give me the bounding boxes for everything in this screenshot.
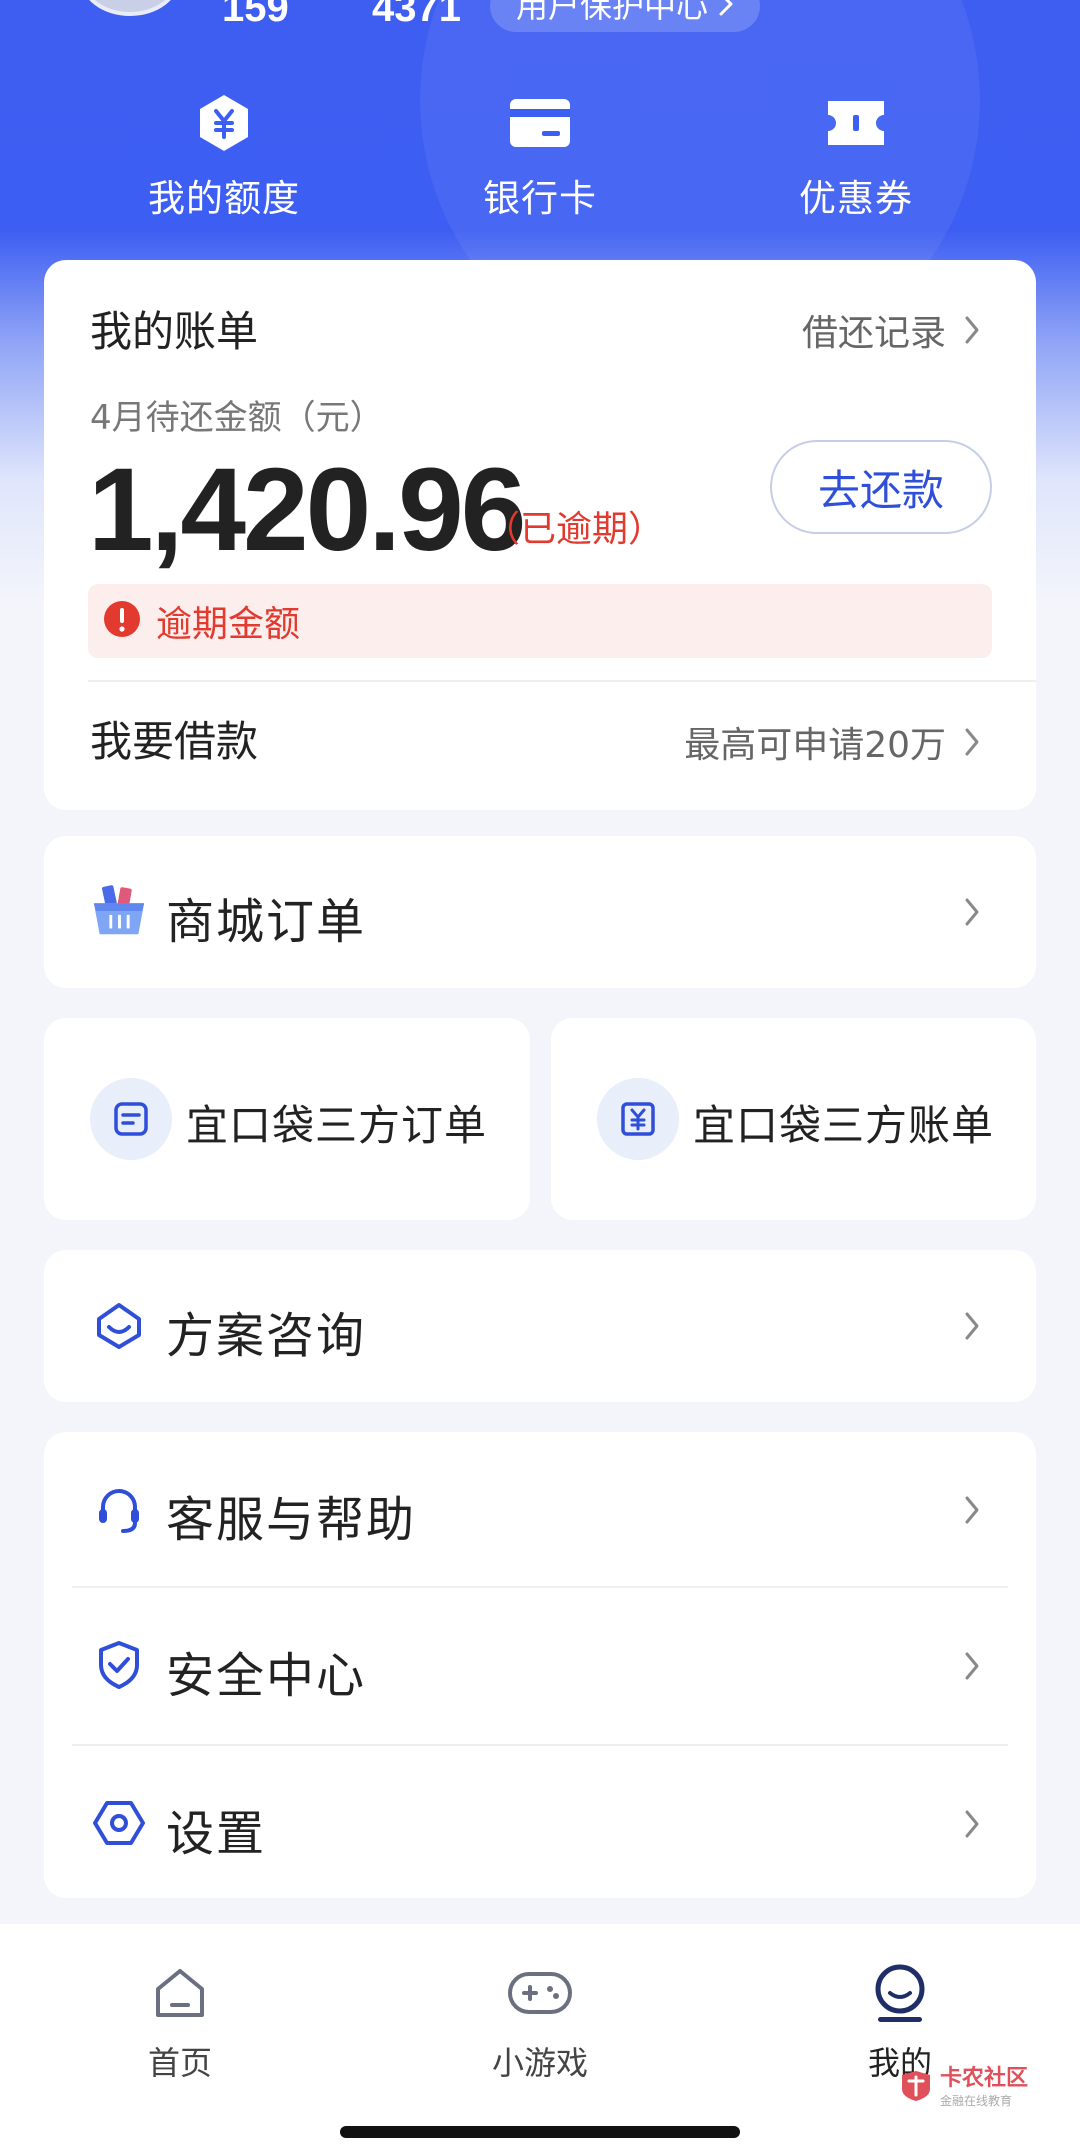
chevron-right-icon — [962, 1308, 982, 1344]
watermark-subtitle: 金融在线教育 — [940, 2094, 1013, 2108]
user-protection-center-button[interactable]: 用户保护中心 — [490, 0, 761, 32]
chevron-right-icon — [962, 1806, 982, 1842]
third-party-bills-label: 宜口袋三方账单 — [693, 1101, 995, 1150]
home-icon — [100, 1958, 260, 2028]
alert-icon — [102, 599, 142, 643]
quick-entry-row: 我的额度 银行卡 优惠券 — [0, 88, 1080, 220]
tab-home[interactable]: 首页 — [100, 1958, 260, 2084]
chevron-right-icon — [962, 312, 982, 348]
chevron-right-icon — [962, 724, 982, 760]
settings-label: 设置 — [166, 1806, 267, 1862]
tab-label: 首页 — [147, 2044, 212, 2082]
gamepad-icon — [460, 1958, 620, 2028]
watermark-logo-icon — [902, 2070, 930, 2101]
yen-hexagon-icon — [124, 88, 324, 158]
borrow-max-hint: 最高可申请20万 — [684, 725, 946, 766]
coupon-icon — [756, 88, 956, 158]
shopping-basket-icon — [90, 882, 148, 940]
settings-row[interactable]: 设置 — [44, 1746, 1036, 1898]
repay-button[interactable]: 去还款 — [770, 440, 992, 534]
bank-card-icon — [440, 88, 640, 158]
security-center-row[interactable]: 安全中心 — [44, 1588, 1036, 1742]
chevron-right-icon — [962, 894, 982, 930]
chevron-right-icon — [962, 1492, 982, 1528]
bottom-tab-bar: 首页 小游戏 我的 — [0, 1924, 1080, 2155]
plan-consult-row[interactable]: 方案咨询 — [44, 1250, 1036, 1402]
quick-entry-bank-card[interactable]: 银行卡 — [440, 88, 640, 222]
third-party-orders-card[interactable]: 宜口袋三方订单 — [44, 1018, 530, 1220]
borrow-repay-records-link[interactable]: 借还记录 — [802, 304, 946, 356]
mall-orders-row[interactable]: 商城订单 — [44, 836, 1036, 988]
chevron-right-icon — [962, 1648, 982, 1684]
consult-shield-icon — [90, 1296, 148, 1354]
phone-number-suffix: 4371 — [372, 0, 461, 30]
service-menu-card: 客服与帮助 安全中心 设置 — [44, 1432, 1036, 1898]
service-help-row[interactable]: 客服与帮助 — [44, 1432, 1036, 1586]
watermark: 卡农社区 金融在线教育 — [898, 2060, 1028, 2109]
mall-orders-label: 商城订单 — [166, 894, 367, 950]
bill-due-subtitle: 4月待还金额（元） — [90, 398, 384, 438]
user-protection-center-label: 用户保护中心 — [516, 0, 709, 25]
chevron-right-icon — [718, 0, 734, 30]
overdue-status-tag: （已逾期） — [484, 509, 665, 550]
borrow-row[interactable]: 我要借款 最高可申请20万 — [44, 682, 1036, 810]
bill-due-amount: 1,420.96 — [88, 444, 526, 576]
third-party-bills-card[interactable]: 宜口袋三方账单 — [551, 1018, 1036, 1220]
bill-title: 我的账单 — [90, 307, 259, 356]
tab-label: 小游戏 — [491, 2044, 588, 2082]
settings-hexagon-icon — [90, 1794, 148, 1852]
overdue-amount-bar[interactable]: 逾期金额 — [88, 584, 992, 658]
bill-card: 我的账单 借还记录 4月待还金额（元） 1,420.96 （已逾期） 去还款 逾… — [44, 260, 1036, 810]
watermark-title: 卡农社区 — [940, 2066, 1029, 2091]
tab-mini-games[interactable]: 小游戏 — [460, 1958, 620, 2084]
yen-bill-icon — [597, 1078, 679, 1160]
quick-entry-label: 银行卡 — [483, 177, 597, 220]
profile-face-icon — [820, 1958, 980, 2028]
headset-icon — [90, 1480, 148, 1538]
shield-check-icon — [90, 1636, 148, 1694]
quick-entry-label: 我的额度 — [148, 177, 300, 220]
borrow-title: 我要借款 — [90, 717, 259, 766]
document-icon — [90, 1078, 172, 1160]
quick-entry-credit-limit[interactable]: 我的额度 — [124, 88, 324, 222]
plan-consult-label: 方案咨询 — [166, 1308, 367, 1364]
security-center-label: 安全中心 — [166, 1648, 367, 1704]
third-party-orders-label: 宜口袋三方订单 — [186, 1101, 488, 1150]
overdue-amount-label: 逾期金额 — [156, 604, 301, 645]
quick-entry-label: 优惠券 — [799, 177, 913, 220]
service-help-label: 客服与帮助 — [166, 1492, 417, 1548]
home-indicator — [340, 2126, 740, 2138]
phone-number-prefix: 159 — [222, 0, 289, 30]
quick-entry-coupon[interactable]: 优惠券 — [756, 88, 956, 222]
